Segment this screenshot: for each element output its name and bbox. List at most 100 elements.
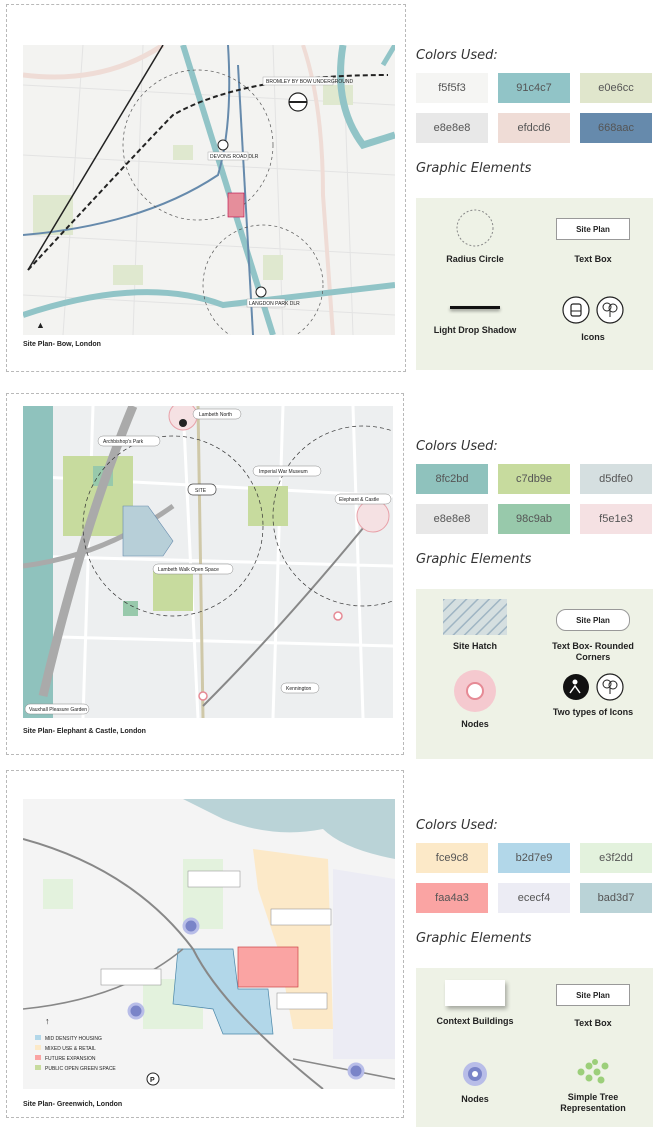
legend-label: FUTURE EXPANSION — [45, 1056, 96, 1062]
color-swatch: e8e8e8 — [416, 504, 488, 534]
map-text-box — [187, 870, 241, 888]
map-label: Lambeth North — [199, 412, 232, 418]
map-label: Lambeth Walk Open Space — [158, 567, 219, 573]
map-label: Imperial War Museum — [259, 469, 308, 475]
map-caption: Site Plan- Bow, London — [23, 341, 101, 348]
rounded-text-box-element: Site Plan Text Box- Rounded Corners — [534, 609, 652, 664]
colors-heading: Colors Used: — [416, 818, 498, 833]
element-label: Icons — [581, 332, 605, 342]
element-label: Site Hatch — [452, 641, 497, 651]
colors-used-section: Colors Used: 8fc2bd c7db9e d5dfe0 e8e8e8… — [416, 439, 653, 567]
element-label: Nodes — [461, 1094, 489, 1104]
color-swatches: f5f5f3 91c4c7 e0e6cc e8e8e8 efdcd6 668aa… — [416, 73, 653, 143]
svg-text:P: P — [150, 1077, 155, 1084]
map-caption: Site Plan- Greenwich, London — [23, 1101, 123, 1108]
colors-heading: Colors Used: — [416, 48, 498, 63]
node-icon — [454, 670, 496, 712]
element-label: Light Drop Shadow — [433, 325, 517, 335]
site-plan-map: Lambeth North Archbishop's Park SITE Imp… — [23, 406, 395, 718]
person-bench-icon — [563, 674, 589, 700]
graphics-heading: Graphic Elements — [416, 161, 532, 176]
icons-element: Icons — [534, 296, 652, 343]
map-label: Kennington — [286, 686, 312, 692]
color-swatches: fce9c8 b2d7e9 e3f2dd faa4a3 ececf4 bad3d… — [416, 843, 653, 913]
two-icons-element: Two types of Icons — [534, 673, 652, 718]
map-label: BROMLEY BY BOW UNDERGROUND — [266, 79, 353, 85]
element-label: Radius Circle — [446, 254, 504, 264]
graphics-heading: Graphic Elements — [416, 931, 532, 946]
site-hatch-element: Site Hatch — [416, 599, 534, 652]
elephant-map-graphic: Lambeth North Archbishop's Park SITE Imp… — [23, 406, 393, 718]
color-swatch: 8fc2bd — [416, 464, 488, 494]
tree-icon — [596, 296, 624, 324]
colors-used-section: Colors Used: fce9c8 b2d7e9 e3f2dd faa4a3… — [416, 818, 653, 946]
nodes-element: Nodes — [416, 1060, 534, 1105]
color-swatch: e0e6cc — [580, 73, 652, 103]
greenwich-map-graphic: MID DENSITY HOUSING MIXED USE & RETAIL F… — [23, 799, 395, 1089]
color-swatch: e8e8e8 — [416, 113, 488, 143]
color-swatch: d5dfe0 — [580, 464, 652, 494]
color-swatch: c7db9e — [498, 464, 570, 494]
color-swatch: ececf4 — [498, 883, 570, 913]
element-label: Text Box — [574, 1018, 612, 1028]
site-plan-map: MID DENSITY HOUSING MIXED USE & RETAIL F… — [23, 799, 395, 1089]
map-frame: BROMLEY BY BOW UNDERGROUND DEVONS ROAD D… — [6, 4, 406, 372]
color-swatch: bad3d7 — [580, 883, 652, 913]
node — [347, 1062, 365, 1080]
colors-used-section: Colors Used: f5f5f3 91c4c7 e0e6cc e8e8e8… — [416, 48, 653, 176]
train-icon — [562, 296, 590, 324]
color-swatch: f5e1e3 — [580, 504, 652, 534]
context-building-sample — [445, 980, 505, 1006]
bow-map-graphic: BROMLEY BY BOW UNDERGROUND DEVONS ROAD D… — [23, 45, 395, 335]
site-marker — [227, 192, 245, 218]
node — [127, 1002, 145, 1020]
text-box-sample: Site Plan — [556, 984, 630, 1006]
element-label: Nodes — [461, 719, 489, 729]
element-label: Text Box- Rounded Corners — [552, 641, 634, 663]
color-swatch: efdcd6 — [498, 113, 570, 143]
element-label: Context Buildings — [436, 1016, 514, 1026]
context-buildings-element: Context Buildings — [416, 980, 534, 1027]
color-swatch: b2d7e9 — [498, 843, 570, 873]
map-text-box — [276, 992, 328, 1010]
site-hatch-icon — [443, 599, 507, 635]
node — [356, 499, 390, 533]
element-label: Text Box — [574, 254, 612, 264]
north-arrow-icon: ▲ — [36, 320, 45, 330]
color-swatch: e3f2dd — [580, 843, 652, 873]
graphics-heading: Graphic Elements — [416, 552, 532, 567]
site-plan-map: BROMLEY BY BOW UNDERGROUND DEVONS ROAD D… — [23, 45, 395, 335]
radius-circle-icon — [456, 209, 494, 247]
text-box-sample: Site Plan — [556, 218, 630, 240]
map-frame: Lambeth North Archbishop's Park SITE Imp… — [6, 393, 404, 755]
radius-circle-element: Radius Circle — [416, 208, 534, 265]
tree-icon — [596, 673, 624, 701]
tree-cluster-icon — [577, 1059, 609, 1084]
map-frame: MID DENSITY HOUSING MIXED USE & RETAIL F… — [6, 770, 404, 1118]
panel-elephant-castle: Lambeth North Archbishop's Park SITE Imp… — [0, 393, 653, 763]
colors-heading: Colors Used: — [416, 439, 498, 454]
simple-tree-element: Simple Tree Representation — [534, 1058, 652, 1115]
map-caption: Site Plan- Elephant & Castle, London — [23, 728, 146, 735]
node — [182, 917, 200, 935]
text-box-element: Site Plan Text Box — [534, 984, 652, 1029]
panel-greenwich: MID DENSITY HOUSING MIXED USE & RETAIL F… — [0, 770, 653, 1127]
color-swatch: 98c9ab — [498, 504, 570, 534]
graphic-elements-box: Radius Circle Site Plan Text Box Light D… — [416, 198, 653, 370]
text-box-element: Site Plan Text Box — [534, 218, 652, 265]
map-text-box — [270, 908, 332, 926]
element-label: Simple Tree Representation — [560, 1092, 626, 1114]
nodes-element: Nodes — [416, 669, 534, 730]
node-icon — [463, 1062, 487, 1086]
legend-label: MID DENSITY HOUSING — [45, 1036, 102, 1042]
panel-bow: BROMLEY BY BOW UNDERGROUND DEVONS ROAD D… — [0, 0, 653, 375]
north-arrow-icon: ↑ — [45, 1016, 50, 1026]
drop-shadow-element: Light Drop Shadow — [416, 306, 534, 336]
node — [333, 611, 343, 621]
color-swatch: 91c4c7 — [498, 73, 570, 103]
color-swatch: f5f5f3 — [416, 73, 488, 103]
color-swatch: fce9c8 — [416, 843, 488, 873]
node — [198, 691, 208, 701]
element-label: Two types of Icons — [552, 707, 634, 717]
map-label: Elephant & Castle — [339, 497, 379, 503]
